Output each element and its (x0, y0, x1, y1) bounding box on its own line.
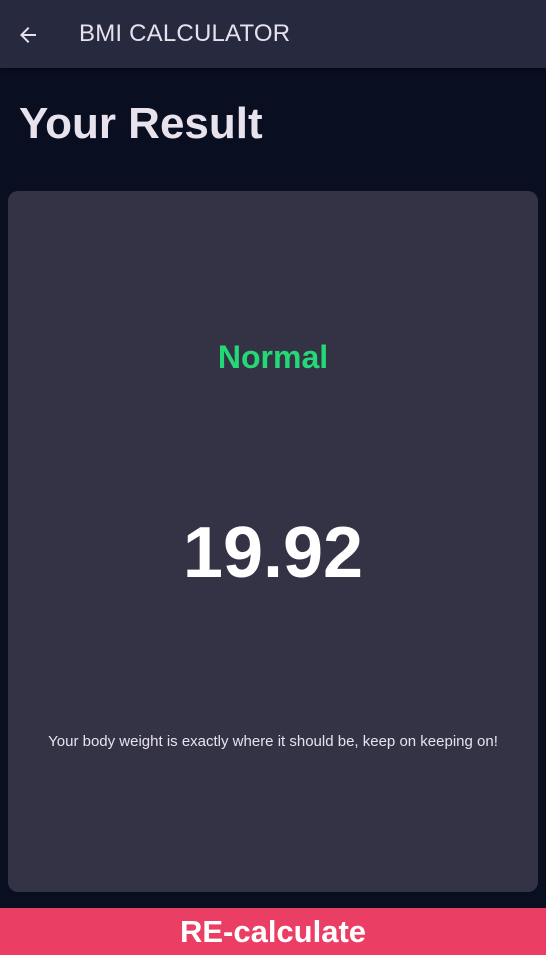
recalculate-button[interactable]: RE-calculate (0, 908, 546, 955)
bmi-status-label: Normal (217, 339, 329, 375)
bmi-result-screen: BMI CALCULATOR Your Result Normal 19.92 … (0, 0, 546, 955)
app-bar: BMI CALCULATOR (0, 0, 546, 68)
arrow-left-icon (20, 27, 36, 43)
bmi-advice-text: Your body weight is exactly where it sho… (48, 733, 498, 750)
back-button[interactable] (10, 17, 46, 53)
page-title: Your Result (19, 99, 263, 148)
bmi-value: 19.92 (182, 513, 364, 593)
app-bar-title: BMI CALCULATOR (79, 20, 291, 47)
result-card: Normal 19.92 Your body weight is exactly… (8, 191, 538, 892)
